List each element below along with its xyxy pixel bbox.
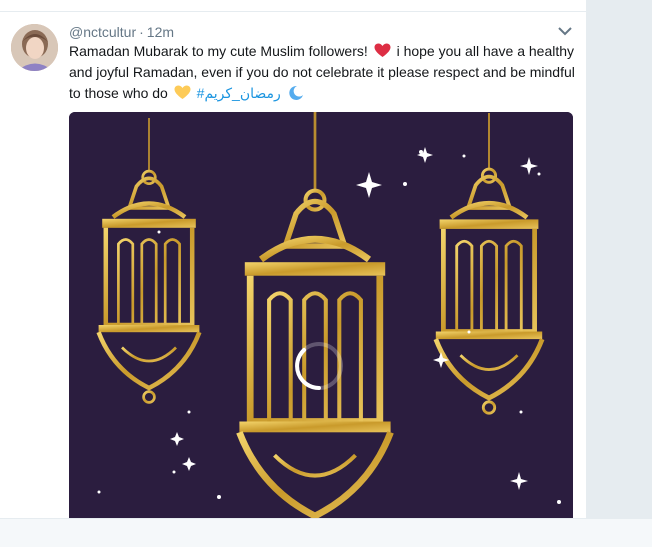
- tweet-text-part1: Ramadan Mubarak to my cute Muslim follow…: [69, 43, 368, 59]
- hashtag-link[interactable]: #رمضان_كريم: [197, 85, 281, 101]
- avatar-image: [11, 24, 58, 71]
- tweet-text: Ramadan Mubarak to my cute Muslim follow…: [69, 41, 579, 104]
- tweet-header: @nctcultur · 12m: [69, 24, 174, 40]
- chevron-down-icon[interactable]: [558, 26, 572, 36]
- right-sidebar-background: [586, 0, 652, 546]
- ramadan-lanterns-image: [69, 112, 573, 518]
- tweet-image[interactable]: [69, 112, 573, 518]
- user-handle[interactable]: @nctcultur: [69, 24, 136, 40]
- crescent-moon-icon: [288, 85, 303, 100]
- yellow-heart-icon: [174, 85, 191, 99]
- bottom-bar: [0, 518, 652, 547]
- divider: [0, 11, 586, 12]
- avatar[interactable]: [11, 24, 58, 71]
- separator: ·: [139, 24, 144, 40]
- timestamp[interactable]: 12m: [147, 24, 174, 40]
- red-heart-icon: [374, 43, 391, 57]
- timeline-feed: @nctcultur · 12m Ramadan Mubarak to my cut…: [0, 0, 586, 546]
